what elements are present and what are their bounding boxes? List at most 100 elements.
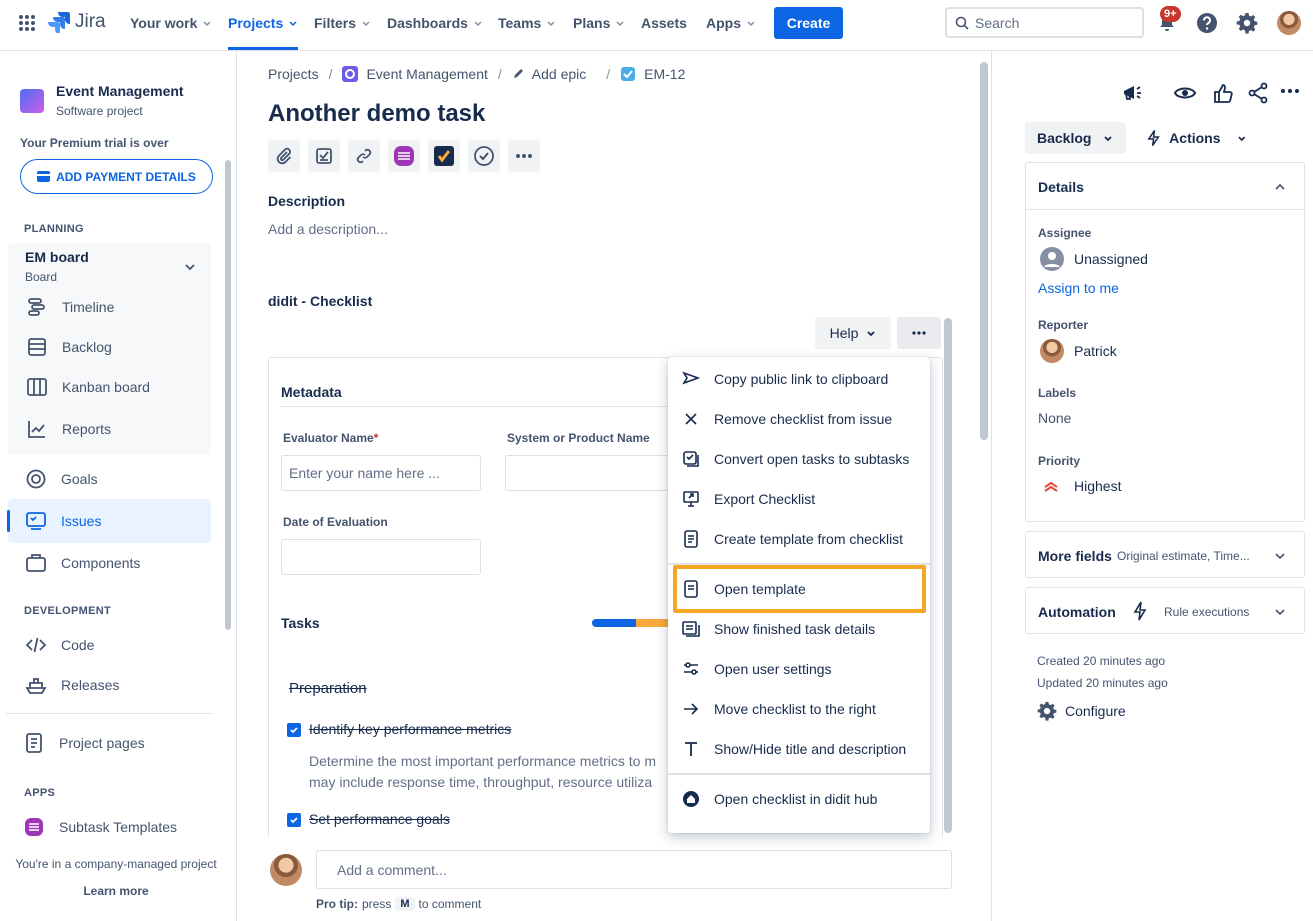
sidebar-item-releases[interactable]: Releases (25, 674, 119, 696)
sidebar-item-components[interactable]: Components (25, 552, 140, 574)
more-dots-icon[interactable] (1280, 88, 1302, 110)
task-item[interactable]: Identify key performance metrics (309, 721, 511, 737)
keyboard-shortcut-key: M (395, 897, 415, 911)
checklist-app-button[interactable] (468, 140, 500, 172)
sidebar-item-issues[interactable]: Issues (25, 510, 101, 532)
date-of-evaluation-input[interactable] (281, 539, 481, 575)
issue-title[interactable]: Another demo task (268, 100, 485, 128)
jira-logo[interactable]: Jira (48, 11, 106, 33)
nav-dashboards[interactable]: Dashboards (387, 0, 483, 46)
menu-item-show-finished-details[interactable]: Show finished task details (668, 609, 930, 649)
labels-value[interactable]: None (1038, 410, 1071, 426)
issue-scrollbar[interactable] (980, 62, 988, 440)
close-icon (685, 413, 697, 425)
nav-assets[interactable]: Assets (641, 0, 687, 46)
menu-item-create-template[interactable]: Create template from checklist (668, 519, 930, 559)
nav-projects[interactable]: Projects (228, 0, 299, 50)
attach-button[interactable] (268, 140, 300, 172)
nav-your-work[interactable]: Your work (130, 0, 212, 46)
help-icon[interactable] (1196, 12, 1218, 34)
project-type: Software project (56, 104, 143, 118)
chevron-up-icon[interactable] (1274, 181, 1286, 193)
menu-item-remove-checklist[interactable]: Remove checklist from issue (668, 399, 930, 439)
actions-dropdown[interactable]: Actions (1136, 122, 1246, 154)
reporter-avatar (1040, 339, 1064, 363)
checklist-scrollbar[interactable] (944, 318, 952, 833)
menu-item-move-checklist-right[interactable]: Move checklist to the right (668, 689, 930, 729)
task-checkbox[interactable] (287, 723, 301, 737)
vote-thumbs-up-icon[interactable] (1212, 82, 1234, 104)
nav-filters[interactable]: Filters (314, 0, 371, 46)
automation-heading: Automation (1038, 604, 1116, 620)
configure-button[interactable]: Configure (1037, 701, 1126, 721)
learn-more-link[interactable]: Learn more (0, 884, 232, 898)
menu-item-copy-public-link[interactable]: Copy public link to clipboard (668, 359, 930, 399)
search-box[interactable] (945, 7, 1144, 38)
board-name[interactable]: EM board (25, 249, 89, 265)
didit-app-button[interactable] (428, 140, 460, 172)
assignee-value[interactable]: Unassigned (1074, 251, 1148, 267)
releases-ship-icon (25, 678, 47, 694)
sidebar-item-kanban-board[interactable]: Kanban board (26, 376, 150, 398)
chevron-down-icon (362, 21, 370, 27)
text-icon (685, 742, 697, 756)
project-name[interactable]: Event Management (56, 83, 184, 99)
task-item[interactable]: Set performance goals (309, 811, 450, 827)
sidebar-item-timeline[interactable]: Timeline (26, 296, 114, 318)
assign-to-me-link[interactable]: Assign to me (1038, 280, 1119, 296)
more-fields-panel[interactable]: More fields Original estimate, Time... (1025, 531, 1305, 578)
status-dropdown[interactable]: Backlog (1025, 122, 1126, 154)
sidebar-item-reports[interactable]: Reports (26, 418, 111, 440)
comment-input[interactable] (316, 850, 952, 889)
create-button[interactable]: Create (774, 7, 843, 39)
issues-icon (26, 512, 46, 530)
menu-item-show-hide-title[interactable]: Show/Hide title and description (668, 729, 930, 769)
sidebar-item-project-pages[interactable]: Project pages (23, 732, 145, 754)
nav-plans[interactable]: Plans (573, 0, 625, 46)
breadcrumb-issue-key[interactable]: EM-12 (644, 66, 685, 82)
share-icon[interactable] (1247, 82, 1269, 104)
system-name-label: System or Product Name (507, 431, 650, 445)
task-checkbox[interactable] (287, 813, 301, 827)
sidebar-item-backlog[interactable]: Backlog (26, 336, 112, 358)
checklist-more-button[interactable] (897, 317, 941, 349)
user-avatar[interactable] (1277, 11, 1301, 35)
sidebar-item-goals[interactable]: Goals (25, 468, 98, 490)
breadcrumb-projects[interactable]: Projects (268, 66, 319, 82)
sidebar-item-code[interactable]: Code (25, 634, 94, 656)
section-preparation[interactable]: Preparation (289, 680, 367, 697)
watch-eye-icon[interactable] (1174, 82, 1196, 104)
add-payment-details-button[interactable]: ADD PAYMENT DETAILS (20, 159, 213, 194)
menu-item-convert-to-subtasks[interactable]: Convert open tasks to subtasks (668, 439, 930, 479)
menu-item-export-checklist[interactable]: Export Checklist (668, 479, 930, 519)
search-input[interactable] (975, 14, 1125, 31)
reporter-value[interactable]: Patrick (1074, 343, 1117, 359)
menu-item-open-user-settings[interactable]: Open user settings (668, 649, 930, 689)
more-actions-button[interactable] (508, 140, 540, 172)
description-placeholder[interactable]: Add a description... (268, 221, 388, 237)
chevron-down-icon[interactable] (1274, 550, 1286, 562)
description-heading: Description (268, 193, 346, 209)
app-switcher-icon[interactable] (18, 14, 36, 32)
labels-label: Labels (1038, 386, 1077, 400)
priority-value[interactable]: Highest (1074, 478, 1121, 494)
link-issue-button[interactable] (348, 140, 380, 172)
subtask-templates-app-button[interactable] (388, 140, 420, 172)
sidebar-scrollbar[interactable] (225, 160, 231, 630)
chevron-down-icon (289, 21, 297, 27)
evaluator-name-input[interactable] (281, 455, 481, 491)
announcement-megaphone-icon[interactable] (1121, 82, 1143, 104)
board-expand-chevron-icon[interactable] (184, 261, 196, 273)
menu-item-open-didit-hub[interactable]: Open checklist in didit hub (668, 779, 930, 819)
nav-apps[interactable]: Apps (706, 0, 756, 46)
automation-panel[interactable]: Automation Rule executions (1025, 587, 1305, 634)
system-name-input[interactable] (505, 455, 675, 491)
sidebar-item-subtask-templates[interactable]: Subtask Templates (23, 816, 177, 838)
chevron-down-icon[interactable] (1274, 606, 1286, 618)
help-button[interactable]: Help (815, 317, 891, 349)
nav-teams[interactable]: Teams (498, 0, 556, 46)
add-child-issue-button[interactable] (308, 140, 340, 172)
breadcrumb-add-epic[interactable]: Add epic (532, 66, 586, 82)
settings-gear-icon[interactable] (1236, 12, 1258, 34)
breadcrumb-event-management[interactable]: Event Management (366, 66, 487, 82)
